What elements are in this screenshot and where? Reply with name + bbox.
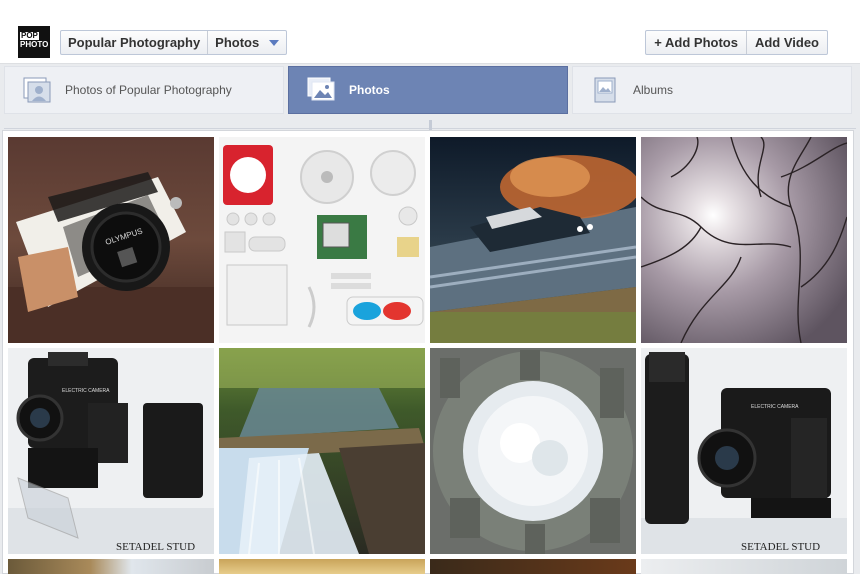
photo-thumbnail[interactable] [430,348,636,554]
photo-thumbnail[interactable] [219,348,425,554]
chevron-down-icon [268,39,279,46]
hasselblad-side-image: ELECTRIC CAMERA SETADEL STUD [641,348,847,554]
tab-label: Photos [349,83,390,97]
photo-thumbnail[interactable] [8,559,214,574]
olympus-camera-image: OLYMPUS [8,137,214,343]
photo-partial-image [8,559,214,574]
photo-thumbnail[interactable] [219,137,425,343]
breadcrumb-page-name[interactable]: Popular Photography [61,31,207,54]
page-logo[interactable]: POP PHOTO [18,26,50,58]
photo-tabs: Photos of Popular Photography Photos Alb… [4,66,852,114]
header-actions: + Add Photos Add Video [645,30,828,55]
photo-thumbnail[interactable] [219,559,425,574]
svg-text:ELECTRIC CAMERA: ELECTRIC CAMERA [62,388,110,394]
tab-albums[interactable]: Albums [572,66,852,114]
add-photos-button[interactable]: + Add Photos [646,31,746,54]
tiny-planet-image [430,348,636,554]
logo-text-photo: PHOTO [20,40,49,49]
photo-partial-image [641,559,847,574]
tab-divider [4,120,856,130]
photo-thumbnail[interactable]: OLYMPUS [8,137,214,343]
tab-photos[interactable]: Photos [288,66,568,114]
photos-icon [307,77,335,103]
camera-parts-image [219,137,425,343]
tab-label: Photos of Popular Photography [65,83,232,97]
waterfall-image [219,348,425,554]
photo-thumbnail[interactable] [430,137,636,343]
divider-pointer [429,120,432,130]
breadcrumb-section-label: Photos [215,35,260,50]
breadcrumb-section-dropdown[interactable]: Photos [207,31,286,54]
photo-watermark: SETADEL STUD [741,541,820,553]
tab-label: Albums [633,83,674,97]
photo-partial-image [219,559,425,574]
racecar-image [430,137,636,343]
add-video-button[interactable]: Add Video [745,31,827,54]
photo-thumbnail[interactable] [430,559,636,574]
photo-thumbnail[interactable] [641,559,847,574]
photo-thumbnail[interactable]: ELECTRIC CAMERA SETADEL STUD [8,348,214,554]
breadcrumb: Popular Photography Photos [60,30,287,55]
photo-watermark: SETADEL STUD [116,541,195,553]
svg-text:ELECTRIC CAMERA: ELECTRIC CAMERA [751,404,799,410]
photo-partial-image [430,559,636,574]
photo-grid: OLYMPUS ELECTRIC CAMERA SETADEL STUD ELE… [2,130,854,574]
hasselblad-camera-image: ELECTRIC CAMERA SETADEL STUD [8,348,214,554]
photo-thumbnail[interactable]: ELECTRIC CAMERA SETADEL STUD [641,348,847,554]
logo-text-pop: POP [20,31,39,40]
photo-thumbnail[interactable] [641,137,847,343]
sun-branches-image [641,137,847,343]
page-header: POP PHOTO Popular Photography Photos + A… [0,0,860,64]
tagged-photos-icon [23,77,51,103]
tab-photos-of-page[interactable]: Photos of Popular Photography [4,66,284,114]
albums-icon [591,77,619,103]
